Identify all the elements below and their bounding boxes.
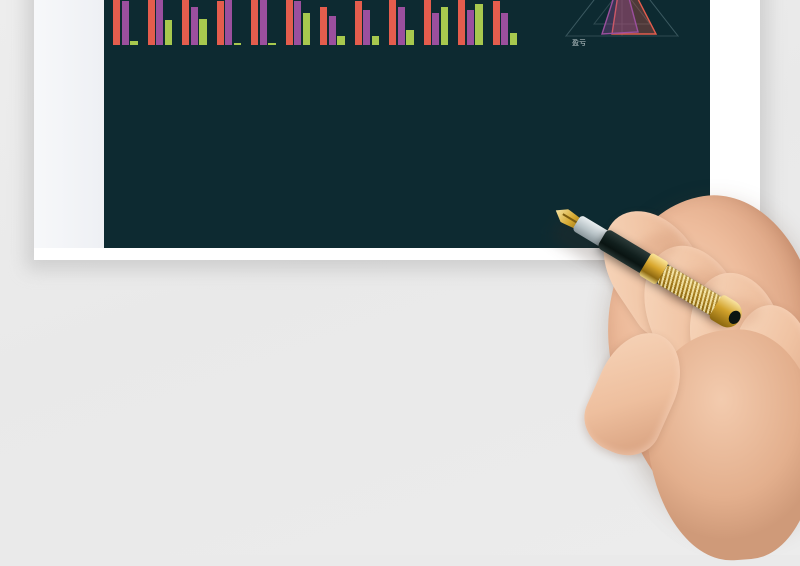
bar-收入金额 (423, 0, 431, 45)
bar-盈亏 (199, 18, 207, 45)
bar-盈亏 (233, 43, 242, 45)
bar-支出金额 (501, 12, 509, 45)
radar-axis-label-profit: 盈亏 (572, 40, 586, 47)
bar-盈亏 (164, 20, 173, 45)
bar-收入金额 (354, 1, 362, 45)
bar-盈亏 (268, 43, 276, 45)
dashboard-panel: 3月¥220.00¥130.00¥90.004月¥150.00¥210.00¥-… (104, 0, 710, 248)
bar-支出金额 (121, 1, 129, 45)
bar-group (457, 0, 487, 45)
bar-支出金额 (397, 7, 405, 45)
bar-支出金额 (432, 12, 440, 45)
bar-支出金额 (190, 7, 198, 45)
bar-支出金额 (466, 9, 474, 45)
bar-收入金额 (251, 0, 259, 45)
bar-收入金额 (147, 0, 155, 45)
bar-group (354, 0, 384, 45)
bar-group (250, 0, 280, 45)
bar-收入金额 (458, 0, 466, 45)
bar-group (112, 0, 142, 45)
halfyear-radar-chart[interactable]: 半年度分析表 上半年 下半年 (534, 0, 710, 47)
monthly-column-chart[interactable] (112, 0, 532, 45)
bar-group (319, 0, 349, 45)
bar-group (147, 0, 177, 45)
bar-支出金额 (294, 1, 302, 45)
bar-盈亏 (509, 33, 518, 45)
bar-group (216, 0, 246, 45)
bar-group (285, 0, 315, 45)
radar-plot-area: 收入金额 盈亏 (552, 0, 692, 47)
bar-盈亏 (371, 36, 380, 45)
bar-支出金额 (225, 0, 233, 45)
bar-支出金额 (328, 15, 336, 45)
bar-盈亏 (337, 36, 345, 45)
bar-group (388, 0, 418, 45)
bar-group (492, 0, 522, 45)
bar-收入金额 (320, 7, 328, 45)
bar-盈亏 (440, 7, 449, 45)
template-preview-card[interactable]: 3月¥220.00¥130.00¥90.004月¥150.00¥210.00¥-… (34, 0, 760, 260)
bar-盈亏 (475, 4, 483, 45)
bar-group (181, 0, 211, 45)
bar-支出金额 (259, 0, 267, 45)
bar-收入金额 (216, 1, 224, 45)
bar-收入金额 (182, 0, 190, 45)
bar-收入金额 (285, 0, 293, 45)
bar-group (423, 0, 453, 45)
bar-盈亏 (130, 40, 138, 45)
bar-盈亏 (406, 30, 414, 45)
bar-收入金额 (492, 1, 500, 45)
bar-支出金额 (156, 0, 164, 45)
bar-收入金额 (113, 0, 121, 45)
bar-盈亏 (302, 12, 311, 45)
sheet-left-gutter (34, 0, 104, 248)
bar-收入金额 (389, 0, 397, 45)
bar-支出金额 (363, 9, 371, 45)
